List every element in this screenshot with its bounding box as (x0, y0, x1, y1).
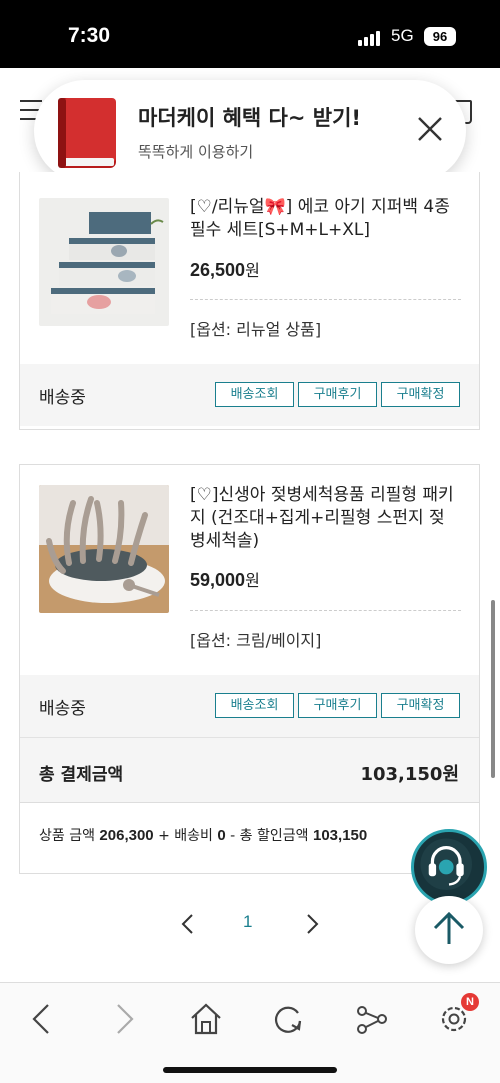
scrollbar[interactable] (491, 600, 495, 778)
total-payment-row: 총 결제금액 103,150원 (20, 737, 479, 803)
toast-title: 마더케이 혜택 다~ 받기! (138, 106, 361, 130)
delivery-status: 배송중 (39, 699, 86, 719)
track-delivery-button[interactable]: 배송조회 (215, 693, 294, 718)
divider (190, 299, 461, 300)
write-review-button[interactable]: 구매후기 (298, 693, 377, 718)
status-time: 7:30 (68, 24, 111, 47)
total-payment-amount: 103,150원 (360, 764, 459, 785)
battery-icon: 96 (424, 27, 456, 46)
back-icon[interactable] (24, 1001, 60, 1037)
close-icon[interactable] (416, 115, 444, 143)
status-bar: 7:30 5G 96 (0, 0, 500, 68)
product-image[interactable] (39, 485, 169, 613)
current-page-number[interactable]: 1 (243, 912, 252, 932)
toast-subtitle: 똑똑하게 이용하기 (138, 143, 254, 161)
divider (190, 610, 461, 611)
scroll-top-button[interactable] (415, 896, 483, 964)
product-price: 26,500원 (190, 260, 260, 280)
book-icon (58, 98, 116, 168)
price-summary: 상품 금액 206,300 + 배송비 0 - 총 할인금액 103,150 (39, 827, 368, 844)
forward-icon[interactable] (106, 1001, 142, 1037)
home-icon[interactable] (188, 1001, 224, 1037)
notification-badge: N (461, 993, 479, 1011)
signal-icon (358, 30, 384, 46)
order-item-card: [♡]신생아 젖병세척용품 리필형 패키지 (건조대+집게+리필형 스펀지 젖병… (19, 464, 480, 874)
total-payment-label: 총 결제금액 (39, 765, 124, 785)
product-image[interactable] (39, 198, 169, 326)
product-price: 59,000원 (190, 570, 260, 590)
product-option: [옵션: 크림/베이지] (190, 631, 322, 650)
benefit-toast[interactable]: 마더케이 혜택 다~ 받기! 똑똑하게 이용하기 (34, 80, 466, 182)
product-name[interactable]: [♡]신생아 젖병세척용품 리필형 패키지 (건조대+집게+리필형 스펀지 젖병… (190, 484, 460, 553)
confirm-purchase-button[interactable]: 구매확정 (381, 693, 460, 718)
order-status-row: 배송중 배송조회 구매후기 구매확정 (20, 364, 479, 426)
product-option: [옵션: 리뉴얼 상품] (190, 320, 322, 339)
network-type: 5G (391, 26, 414, 45)
refresh-icon[interactable] (270, 1001, 306, 1037)
product-name[interactable]: [♡/리뉴얼🎀] 에코 아기 지퍼백 4종 필수 세트[S+M+L+XL] (190, 196, 460, 242)
customer-service-icon[interactable] (411, 829, 487, 905)
arrow-up-icon (433, 911, 465, 944)
write-review-button[interactable]: 구매후기 (298, 382, 377, 407)
prev-page-icon[interactable] (178, 912, 198, 936)
track-delivery-button[interactable]: 배송조회 (215, 382, 294, 407)
next-page-icon[interactable] (302, 912, 322, 936)
order-item-card: [♡/리뉴얼🎀] 에코 아기 지퍼백 4종 필수 세트[S+M+L+XL] 26… (19, 172, 480, 430)
home-indicator (163, 1067, 337, 1073)
share-icon[interactable] (354, 1001, 390, 1037)
delivery-status: 배송중 (39, 388, 86, 408)
order-status-row: 배송중 배송조회 구매후기 구매확정 (20, 675, 479, 737)
confirm-purchase-button[interactable]: 구매확정 (381, 382, 460, 407)
